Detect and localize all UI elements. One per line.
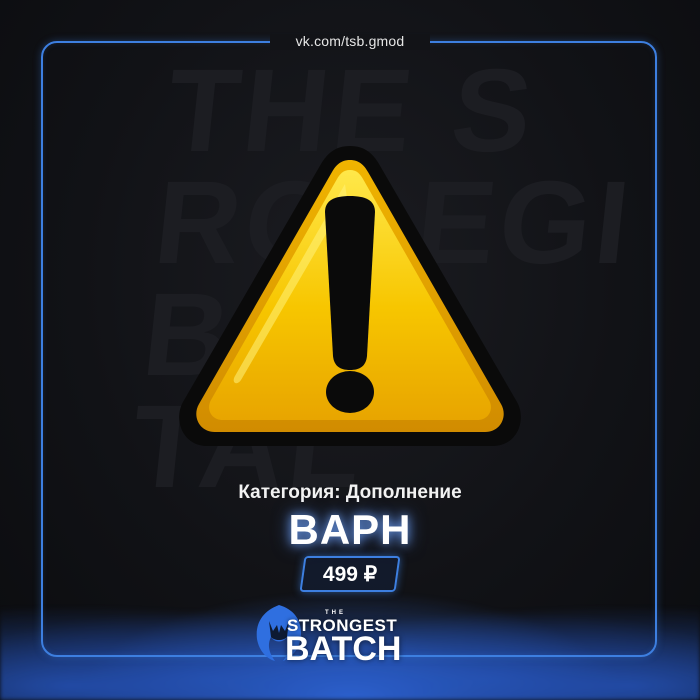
product-category: Категория: Дополнение: [238, 482, 462, 503]
brand-logo: THE STRONGEST BATCH: [253, 603, 423, 673]
logo-line2: BATCH: [285, 630, 402, 668]
warning-triangle-icon: [179, 146, 521, 446]
site-url: vk.com/tsb.gmod: [295, 33, 405, 49]
product-title: BAPH: [288, 506, 412, 553]
price-value: 499 ₽: [322, 562, 378, 586]
price-badge: 499 ₽: [299, 556, 401, 592]
promo-card: THE S ROLEGI BAT TAL vk.com/tsb.gmod: [0, 0, 700, 700]
